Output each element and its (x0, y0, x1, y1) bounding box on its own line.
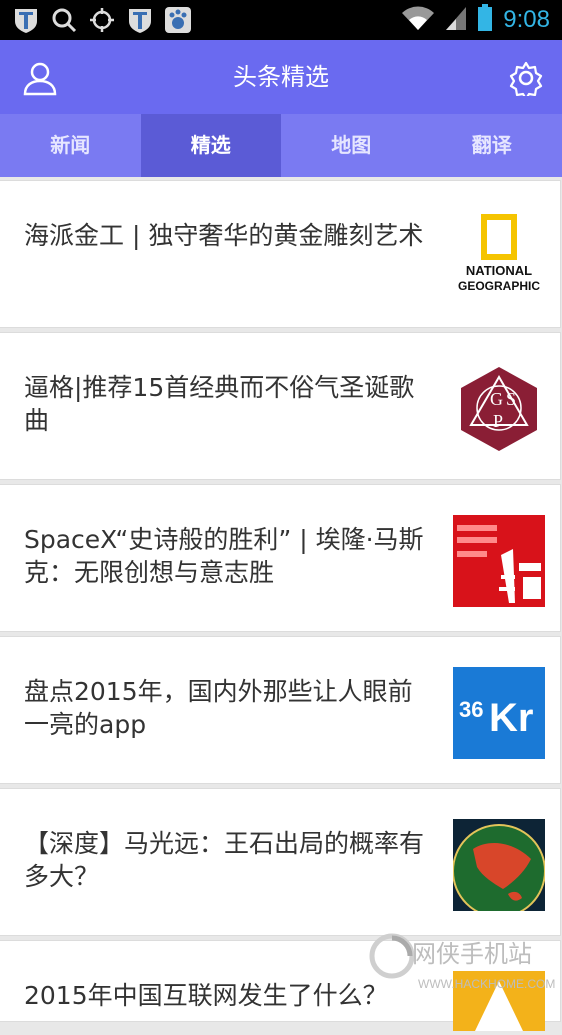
article-title: 【深度】马光远：王石出局的概率有多大？ (24, 827, 434, 893)
list-item[interactable]: 逼格|推荐15首经典而不俗气圣诞歌曲 GSP (0, 332, 561, 480)
wifi-icon (401, 5, 435, 35)
status-bar: 9:08 (0, 0, 562, 40)
article-thumbnail: 36Kr (453, 667, 545, 759)
article-thumbnail (453, 515, 545, 607)
list-item[interactable]: 海派金工 | 独守奢华的黄金雕刻艺术 NATIONALGEOGRAPHIC (0, 180, 561, 328)
svg-text:36: 36 (459, 697, 483, 722)
tab-selected[interactable]: 精选 (141, 114, 282, 177)
gear-icon[interactable] (508, 60, 544, 96)
article-thumbnail: GSP (453, 363, 545, 455)
svg-text:P: P (493, 411, 503, 431)
article-title: 盘点2015年，国内外那些让人眼前一亮的app (24, 675, 434, 741)
tab-map[interactable]: 地图 (281, 114, 422, 177)
article-title: 逼格|推荐15首经典而不俗气圣诞歌曲 (24, 371, 434, 437)
signal-icon (445, 5, 467, 35)
baidu-icon (164, 6, 192, 34)
tab-translate[interactable]: 翻译 (422, 114, 562, 177)
search-icon (50, 6, 78, 34)
svg-text:NATIONAL: NATIONAL (466, 263, 532, 278)
list-item[interactable]: 盘点2015年，国内外那些让人眼前一亮的app 36Kr (0, 636, 561, 784)
svg-text:GEOGRAPHIC: GEOGRAPHIC (458, 279, 540, 293)
app-bar: 头条精选 (0, 40, 562, 114)
svg-text:G: G (490, 389, 503, 409)
battery-icon (477, 4, 493, 36)
watermark-name: 网侠手机站 (412, 940, 532, 968)
article-title: SpaceX“史诗般的胜利” | 埃隆·马斯克：无限创想与意志胜 (24, 523, 434, 589)
watermark-url: WWW.HACKHOME.COM (418, 977, 555, 991)
shield-icon (126, 6, 154, 34)
article-thumbnail: NATIONALGEOGRAPHIC (453, 211, 545, 303)
article-title: 海派金工 | 独守奢华的黄金雕刻艺术 (24, 219, 434, 252)
svg-text:Kr: Kr (489, 696, 533, 740)
article-thumbnail (453, 819, 545, 911)
svg-text:S: S (506, 389, 516, 409)
tab-bar: 新闻 精选 地图 翻译 (0, 114, 562, 177)
watermark: 网侠手机站 WWW.HACKHOME.COM (368, 930, 558, 994)
shield-icon (12, 6, 40, 34)
page-title: 头条精选 (0, 40, 562, 114)
list-item[interactable]: 【深度】马光远：王石出局的概率有多大？ (0, 788, 561, 936)
gps-icon (88, 6, 116, 34)
clock: 9:08 (503, 6, 550, 34)
tab-news[interactable]: 新闻 (0, 114, 141, 177)
list-item[interactable]: SpaceX“史诗般的胜利” | 埃隆·马斯克：无限创想与意志胜 (0, 484, 561, 632)
